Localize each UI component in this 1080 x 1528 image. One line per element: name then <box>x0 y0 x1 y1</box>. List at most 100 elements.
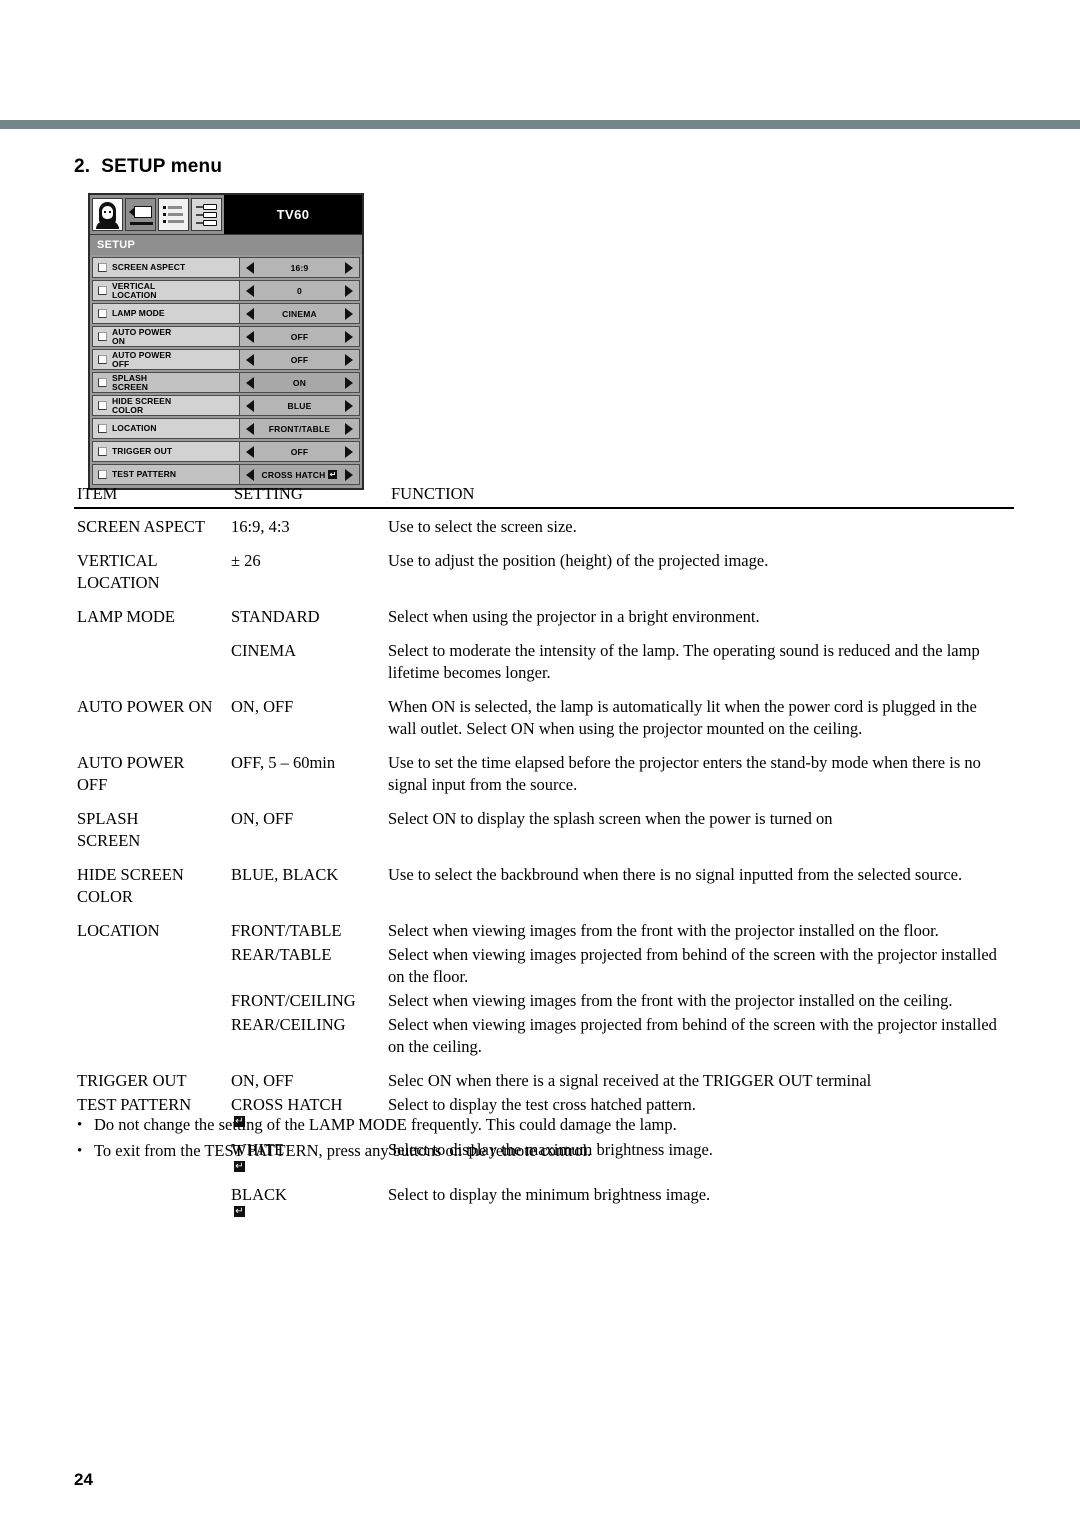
cell-setting: OFF, 5 – 60min <box>231 753 336 772</box>
table-row: TRIGGER OUT ON, OFF Selec ON when there … <box>74 1070 1014 1092</box>
right-arrow-icon[interactable] <box>345 376 353 389</box>
osd-value-text: ON <box>292 377 307 388</box>
osd-row-value[interactable]: OFF <box>240 441 360 462</box>
menu-bullet-icon <box>98 401 107 410</box>
cell-function: Use to adjust the position (height) of t… <box>388 551 769 570</box>
cell-function: Select when using the projector in a bri… <box>388 607 760 626</box>
picture-icon[interactable] <box>92 198 123 231</box>
left-arrow-icon[interactable] <box>246 445 254 458</box>
osd-row-auto-power-off[interactable]: AUTO POWER OFF OFF <box>92 349 360 370</box>
osd-label-line: SCREEN ASPECT <box>112 262 186 273</box>
osd-row-value[interactable]: ON <box>240 372 360 393</box>
right-arrow-icon[interactable] <box>345 468 353 481</box>
left-arrow-icon[interactable] <box>246 307 254 320</box>
osd-value-text: 16:9 <box>290 262 309 273</box>
osd-row-value[interactable]: BLUE <box>240 395 360 416</box>
cell-function: Use to select the backbround when there … <box>388 865 963 884</box>
osd-row-value[interactable]: OFF <box>240 349 360 370</box>
osd-row-location[interactable]: LOCATION FRONT/TABLE <box>92 418 360 439</box>
note-text: Do not change the setting of the LAMP MO… <box>94 1115 677 1134</box>
menu-list-icon[interactable] <box>158 198 189 231</box>
page-number: 24 <box>74 1470 93 1489</box>
cell-function: Select ON to display the splash screen w… <box>388 809 833 828</box>
osd-row-value[interactable]: OFF <box>240 326 360 347</box>
right-arrow-icon[interactable] <box>345 422 353 435</box>
osd-row-value[interactable]: 0 <box>240 280 360 301</box>
cell-setting: ON, OFF <box>231 809 294 828</box>
note-item: • To exit from the TEST PATTERN, press a… <box>74 1138 1014 1164</box>
cell-function: Select to moderate the intensity of the … <box>388 641 980 682</box>
osd-label-line: SCREEN <box>112 381 149 392</box>
left-arrow-icon[interactable] <box>246 468 254 481</box>
menu-bullet-icon <box>98 470 107 479</box>
section-number: 2. <box>74 156 91 177</box>
table-row: FRONT/CEILING Select when viewing images… <box>74 990 1014 1012</box>
table-header-row: ITEM SETTING FUNCTION <box>74 484 1014 509</box>
left-arrow-icon[interactable] <box>246 284 254 297</box>
osd-label-line: LOCATION <box>112 289 157 300</box>
cell-setting: REAR/TABLE <box>231 945 332 964</box>
cell-item: LAMP MODE <box>77 607 175 626</box>
osd-row-hide-screen-color[interactable]: HIDE SCREEN COLOR BLUE <box>92 395 360 416</box>
osd-label-line: OFF <box>112 358 130 369</box>
cell-item <box>74 944 231 988</box>
terminals-icon[interactable] <box>191 198 222 231</box>
osd-row-splash-screen[interactable]: SPLASH SCREEN ON <box>92 372 360 393</box>
osd-row-label: LOCATION <box>92 418 240 439</box>
note-text: To exit from the TEST PATTERN, press any… <box>94 1141 592 1160</box>
left-arrow-icon[interactable] <box>246 330 254 343</box>
osd-row-value[interactable]: CROSS HATCH ↵ <box>240 464 360 485</box>
projector-icon[interactable] <box>125 198 156 231</box>
right-arrow-icon[interactable] <box>345 330 353 343</box>
osd-row-value[interactable]: 16:9 <box>240 257 360 278</box>
cell-item: SPLASH SCREEN <box>77 809 141 850</box>
settings-table: ITEM SETTING FUNCTION SCREEN ASPECT 16:9… <box>74 484 1014 1219</box>
osd-row-value[interactable]: FRONT/TABLE <box>240 418 360 439</box>
cell-setting: BLUE, BLACK <box>231 865 339 884</box>
left-arrow-icon[interactable] <box>246 422 254 435</box>
osd-row-label: SCREEN ASPECT <box>92 257 240 278</box>
cell-item: SCREEN ASPECT <box>77 517 205 536</box>
osd-row-vertical-location[interactable]: VERTICAL LOCATION 0 <box>92 280 360 301</box>
cell-setting: STANDARD <box>231 607 320 626</box>
return-arrow-icon: ↵ <box>328 470 338 479</box>
osd-row-label: TEST PATTERN <box>92 464 240 485</box>
osd-model-label: TV60 <box>224 195 362 234</box>
cell-setting: ON, OFF <box>231 1071 294 1090</box>
osd-row-label: LAMP MODE <box>92 303 240 324</box>
osd-row-auto-power-on[interactable]: AUTO POWER ON OFF <box>92 326 360 347</box>
left-arrow-icon[interactable] <box>246 261 254 274</box>
right-arrow-icon[interactable] <box>345 399 353 412</box>
osd-row-screen-aspect[interactable]: SCREEN ASPECT 16:9 <box>92 257 360 278</box>
right-arrow-icon[interactable] <box>345 261 353 274</box>
left-arrow-icon[interactable] <box>246 353 254 366</box>
osd-row-lamp-mode[interactable]: LAMP MODE CINEMA <box>92 303 360 324</box>
return-arrow-icon: ↵ <box>234 1206 245 1217</box>
cell-function: Select when viewing images projected fro… <box>388 1015 997 1056</box>
menu-bullet-icon <box>98 447 107 456</box>
cell-function: Selec ON when there is a signal received… <box>388 1071 872 1090</box>
column-header-function: FUNCTION <box>391 484 475 503</box>
cell-item <box>74 640 231 684</box>
right-arrow-icon[interactable] <box>345 445 353 458</box>
note-item: • Do not change the setting of the LAMP … <box>74 1112 1014 1138</box>
left-arrow-icon[interactable] <box>246 376 254 389</box>
cell-function: Use to set the time elapsed before the p… <box>388 753 981 794</box>
osd-value-text: BLUE <box>287 400 312 411</box>
cell-item <box>74 1184 231 1217</box>
osd-row-label: VERTICAL LOCATION <box>92 280 240 301</box>
cell-setting: CINEMA <box>231 641 297 660</box>
osd-row-trigger-out[interactable]: TRIGGER OUT OFF <box>92 441 360 462</box>
right-arrow-icon[interactable] <box>345 353 353 366</box>
right-arrow-icon[interactable] <box>345 284 353 297</box>
table-row: HIDE SCREEN COLOR BLUE, BLACK Use to sel… <box>74 864 1014 908</box>
osd-row-value[interactable]: CINEMA <box>240 303 360 324</box>
osd-label-line: COLOR <box>112 404 144 415</box>
table-row: REAR/CEILING Select when viewing images … <box>74 1014 1014 1058</box>
cell-function: Use to select the screen size. <box>388 517 577 536</box>
left-arrow-icon[interactable] <box>246 399 254 412</box>
osd-label-line: TRIGGER OUT <box>112 446 173 457</box>
osd-row-test-pattern[interactable]: TEST PATTERN CROSS HATCH ↵ <box>92 464 360 485</box>
right-arrow-icon[interactable] <box>345 307 353 320</box>
osd-value-text: OFF <box>290 331 309 342</box>
